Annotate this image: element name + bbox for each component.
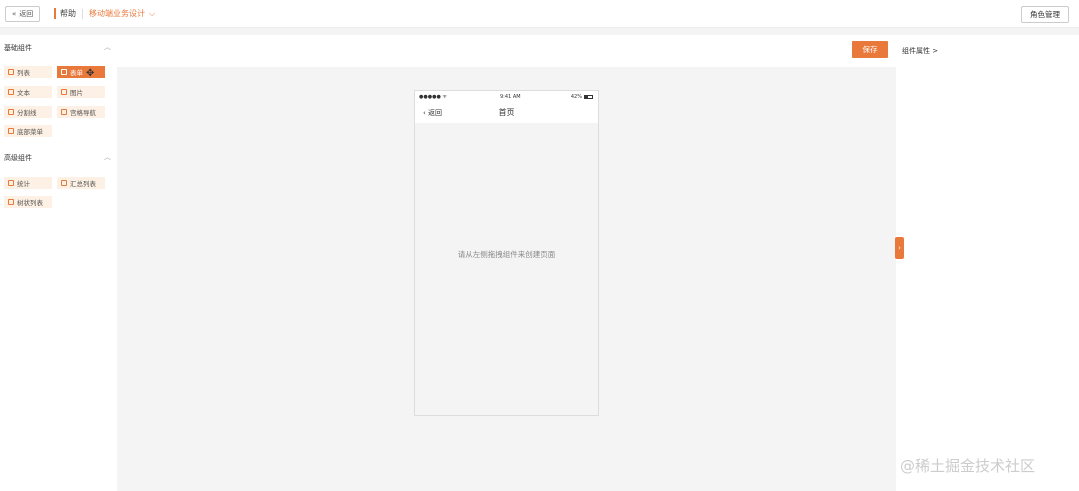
battery-status: 42% xyxy=(571,94,593,100)
signal-icon: ●●●●● ᯤ xyxy=(419,94,447,100)
save-button[interactable]: 保存 xyxy=(852,41,888,58)
text-icon xyxy=(8,89,14,95)
help-link[interactable]: 帮助 xyxy=(54,8,76,19)
move-cursor-icon: ✥ xyxy=(86,68,95,79)
divider-icon xyxy=(8,109,14,115)
phone-icon xyxy=(8,128,14,134)
phone-nav-bar: 首页 ‹ 返回 xyxy=(415,103,598,123)
component-grid-nav[interactable]: 宫格导航 xyxy=(57,106,105,118)
empty-hint: 请从左侧拖拽组件来创建页面 xyxy=(457,250,556,259)
phone-status-bar: ●●●●● ᯤ 9:41 AM 42% xyxy=(415,91,598,103)
phone-back-button[interactable]: ‹ 返回 xyxy=(423,108,442,118)
panel-toggle-button[interactable]: › xyxy=(895,237,904,259)
accent-bar xyxy=(54,8,56,19)
chevron-down-icon: ⌵ xyxy=(149,8,156,18)
back-label: 返回 xyxy=(19,10,34,18)
divider xyxy=(82,9,83,19)
component-form[interactable]: 表单 xyxy=(57,66,105,78)
properties-title[interactable]: 组件属性 > xyxy=(902,46,938,56)
help-label: 帮助 xyxy=(60,9,76,18)
chevron-up-icon[interactable]: ︿ xyxy=(104,152,111,162)
chevron-up-icon[interactable]: ︿ xyxy=(104,42,111,52)
component-tree-list[interactable]: 树状列表 xyxy=(4,196,52,208)
image-icon xyxy=(61,89,67,95)
component-image[interactable]: 图片 xyxy=(57,86,105,98)
basic-components-title: 基础组件 xyxy=(4,44,32,52)
role-management-button[interactable]: 角色管理 xyxy=(1021,6,1069,23)
top-bar: « 返回 帮助 移动端业务设计 ⌵ 角色管理 xyxy=(0,0,1079,28)
component-text[interactable]: 文本 xyxy=(4,86,52,98)
chevron-right-icon: › xyxy=(898,244,901,252)
advanced-components-title: 高级组件 xyxy=(4,154,32,162)
chart-icon xyxy=(8,180,14,186)
phone-preview[interactable]: ●●●●● ᯤ 9:41 AM 42% 首页 ‹ 返回 请从左侧拖拽组件来创建页… xyxy=(414,90,599,416)
component-bottom-menu[interactable]: 底部菜单 xyxy=(4,125,52,137)
project-name: 移动端业务设计 xyxy=(89,9,145,18)
back-button[interactable]: « 返回 xyxy=(5,6,41,22)
project-selector[interactable]: 移动端业务设计 ⌵ xyxy=(89,8,155,19)
phone-page-title: 首页 xyxy=(498,108,515,117)
status-time: 9:41 AM xyxy=(500,94,521,100)
form-icon xyxy=(61,69,67,75)
double-chevron-left-icon: « xyxy=(12,10,17,18)
tree-icon xyxy=(8,199,14,205)
grid-icon xyxy=(61,109,67,115)
component-summary-list[interactable]: 汇总列表 xyxy=(57,177,105,189)
canvas-toolbar xyxy=(117,35,896,67)
battery-percent: 42% xyxy=(570,94,582,100)
component-statistics[interactable]: 统计 xyxy=(4,177,52,189)
properties-panel xyxy=(896,35,1079,491)
component-sidebar: 基础组件 ︿ 列表 表单 文本 图片 分割线 宫格导航 底部菜单 高级组件 ︿ … xyxy=(0,35,117,491)
document-icon xyxy=(61,180,67,186)
component-list[interactable]: 列表 xyxy=(4,66,52,78)
component-divider[interactable]: 分割线 xyxy=(4,106,52,118)
watermark: @稀土掘金技术社区 xyxy=(900,457,1036,475)
sub-bar xyxy=(0,28,1079,35)
battery-icon xyxy=(584,95,593,99)
chevron-left-icon: ‹ xyxy=(423,109,426,117)
list-icon xyxy=(8,69,14,75)
